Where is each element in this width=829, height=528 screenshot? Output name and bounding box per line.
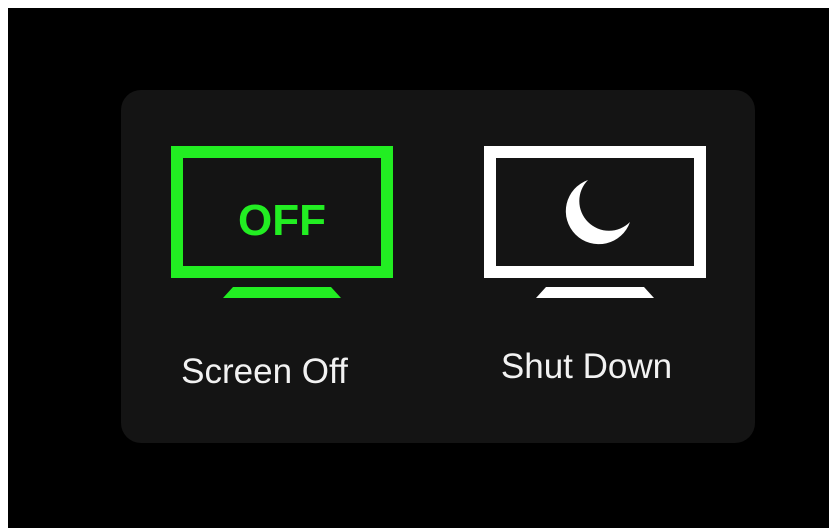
off-icon-text: OFF <box>238 196 326 245</box>
power-menu-panel: OFF Screen Off Shut Down <box>121 90 755 443</box>
moon-icon <box>565 180 630 245</box>
screen-off-option[interactable]: OFF Screen Off <box>121 90 438 443</box>
screen-off-label: Screen Off <box>181 352 348 391</box>
monitor-off-icon: OFF <box>171 146 393 298</box>
screen-background: OFF Screen Off Shut Down <box>8 8 829 528</box>
shut-down-option[interactable]: Shut Down <box>438 90 755 443</box>
monitor-moon-icon <box>484 146 706 298</box>
shut-down-label: Shut Down <box>500 347 673 386</box>
